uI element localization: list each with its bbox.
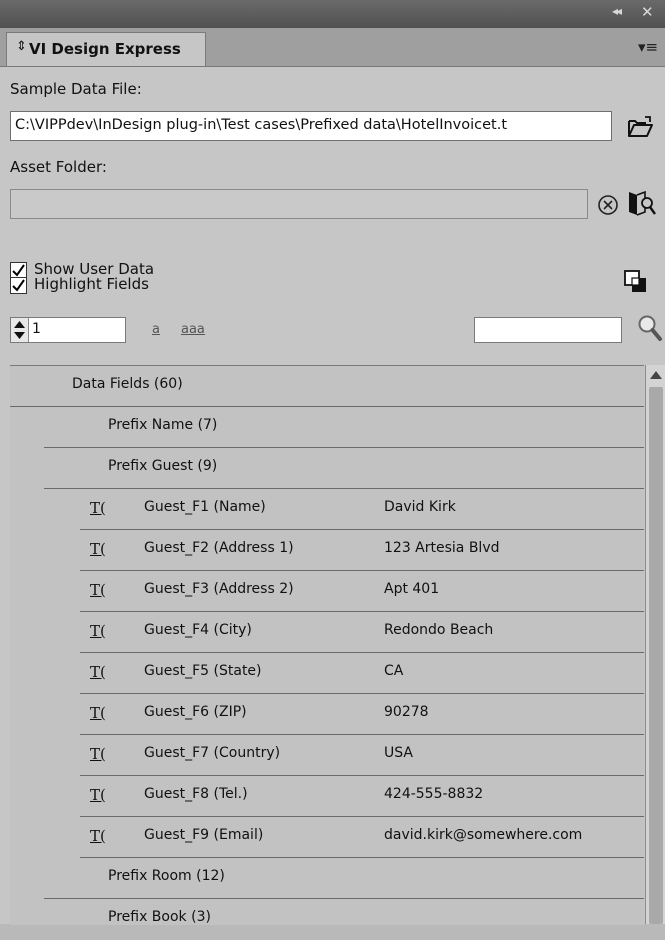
record-number-stepper[interactable]: 1	[10, 317, 126, 343]
field-value: Apt 401	[384, 581, 440, 597]
tree-root-row[interactable]: Data Fields (60)	[10, 366, 644, 407]
tree-group-row[interactable]: Prefix Name (7)	[44, 407, 644, 448]
browse-asset-folder-icon[interactable]	[626, 188, 658, 218]
lowercase-single-button[interactable]: a	[152, 322, 160, 337]
field-name: Guest_F4 (City)	[144, 622, 252, 638]
vi-design-express-panel: ◂◂ ✕ ⇕ VI Design Express ▾≡ Sample Data …	[0, 0, 665, 925]
highlight-fields-checkbox[interactable]	[10, 277, 27, 294]
field-name: Guest_F9 (Email)	[144, 827, 264, 843]
tree-group-row[interactable]: Prefix Room (12)	[44, 858, 644, 899]
tree-group-row[interactable]: Prefix Guest (9)	[44, 448, 644, 489]
text-field-icon: T(	[90, 581, 106, 599]
tree-group-label: Prefix Name (7)	[108, 417, 218, 433]
tab-bar: ⇕ VI Design Express	[0, 28, 665, 67]
tree-group-label: Prefix Room (12)	[108, 868, 225, 884]
asset-folder-field[interactable]	[10, 189, 588, 219]
panel-title-strip: ◂◂ ✕	[0, 0, 665, 28]
collapse-panel-icon[interactable]: ◂◂	[612, 4, 622, 18]
text-field-icon: T(	[90, 622, 106, 640]
tree-field-row[interactable]: T( Guest_F3 (Address 2) Apt 401	[80, 571, 644, 612]
tree-field-row[interactable]: T( Guest_F5 (State) CA	[80, 653, 644, 694]
field-value: David Kirk	[384, 499, 456, 515]
open-folder-icon[interactable]	[626, 114, 654, 140]
field-search-input[interactable]	[474, 317, 622, 343]
field-name: Guest_F2 (Address 1)	[144, 540, 294, 556]
text-field-icon: T(	[90, 745, 106, 763]
scrollbar-thumb[interactable]	[649, 387, 663, 924]
field-value: 123 Artesia Blvd	[384, 540, 500, 556]
field-value: USA	[384, 745, 413, 761]
tree-group-label: Prefix Book (3)	[108, 909, 211, 925]
text-field-icon: T(	[90, 704, 106, 722]
text-field-icon: T(	[90, 663, 106, 681]
field-name: Guest_F7 (Country)	[144, 745, 281, 761]
tree-field-row[interactable]: T( Guest_F7 (Country) USA	[80, 735, 644, 776]
tree-field-row[interactable]: T( Guest_F8 (Tel.) 424-555-8832	[80, 776, 644, 817]
tree-field-row[interactable]: T( Guest_F6 (ZIP) 90278	[80, 694, 644, 735]
tree-field-row[interactable]: T( Guest_F2 (Address 1) 123 Artesia Blvd	[80, 530, 644, 571]
sample-data-file-label: Sample Data File:	[10, 80, 142, 98]
field-name: Guest_F6 (ZIP)	[144, 704, 247, 720]
scroll-up-arrow-icon[interactable]	[650, 371, 662, 379]
field-value: david.kirk@somewhere.com	[384, 827, 583, 843]
tree-scrollbar[interactable]	[645, 365, 665, 924]
stepper-arrows-icon[interactable]	[11, 318, 29, 342]
tree-field-row[interactable]: T( Guest_F9 (Email) david.kirk@somewhere…	[80, 817, 644, 858]
field-name: Guest_F3 (Address 2)	[144, 581, 294, 597]
text-field-icon: T(	[90, 827, 106, 845]
field-value: 424-555-8832	[384, 786, 484, 802]
field-value: 90278	[384, 704, 429, 720]
tree-group-label: Prefix Guest (9)	[108, 458, 218, 474]
highlight-fields-label: Highlight Fields	[34, 275, 149, 293]
record-number-value: 1	[32, 321, 41, 337]
field-name: Guest_F8 (Tel.)	[144, 786, 248, 802]
field-value: Redondo Beach	[384, 622, 494, 638]
tree-field-row[interactable]: T( Guest_F1 (Name) David Kirk	[80, 489, 644, 530]
tree-group-row[interactable]: Prefix Book (3)	[44, 899, 644, 940]
close-panel-button[interactable]: ✕	[641, 3, 654, 21]
text-field-icon: T(	[90, 540, 106, 558]
text-field-icon: T(	[90, 786, 106, 804]
field-name: Guest_F1 (Name)	[144, 499, 266, 515]
panel-menu-icon[interactable]: ▾≡	[638, 38, 658, 56]
lowercase-multi-button[interactable]: aaa	[181, 322, 205, 337]
tab-vi-design-express[interactable]: ⇕ VI Design Express	[6, 32, 206, 66]
clear-circle-icon[interactable]	[597, 194, 619, 216]
tree-root-label: Data Fields (60)	[72, 376, 183, 392]
highlight-color-swatch-icon[interactable]	[623, 269, 649, 295]
text-field-icon: T(	[90, 499, 106, 517]
search-icon[interactable]	[637, 314, 663, 342]
asset-folder-label: Asset Folder:	[10, 158, 107, 176]
sample-data-file-field[interactable]: C:\VIPPdev\InDesign plug-in\Test cases\P…	[10, 111, 612, 141]
field-name: Guest_F5 (State)	[144, 663, 262, 679]
sample-data-file-path: C:\VIPPdev\InDesign plug-in\Test cases\P…	[15, 117, 508, 133]
tree-field-row[interactable]: T( Guest_F4 (City) Redondo Beach	[80, 612, 644, 653]
data-fields-tree: Data Fields (60) Prefix Name (7) Prefix …	[10, 365, 644, 925]
tab-reorder-icon: ⇕	[16, 39, 27, 54]
tab-label: VI Design Express	[29, 40, 181, 58]
field-value: CA	[384, 663, 404, 679]
